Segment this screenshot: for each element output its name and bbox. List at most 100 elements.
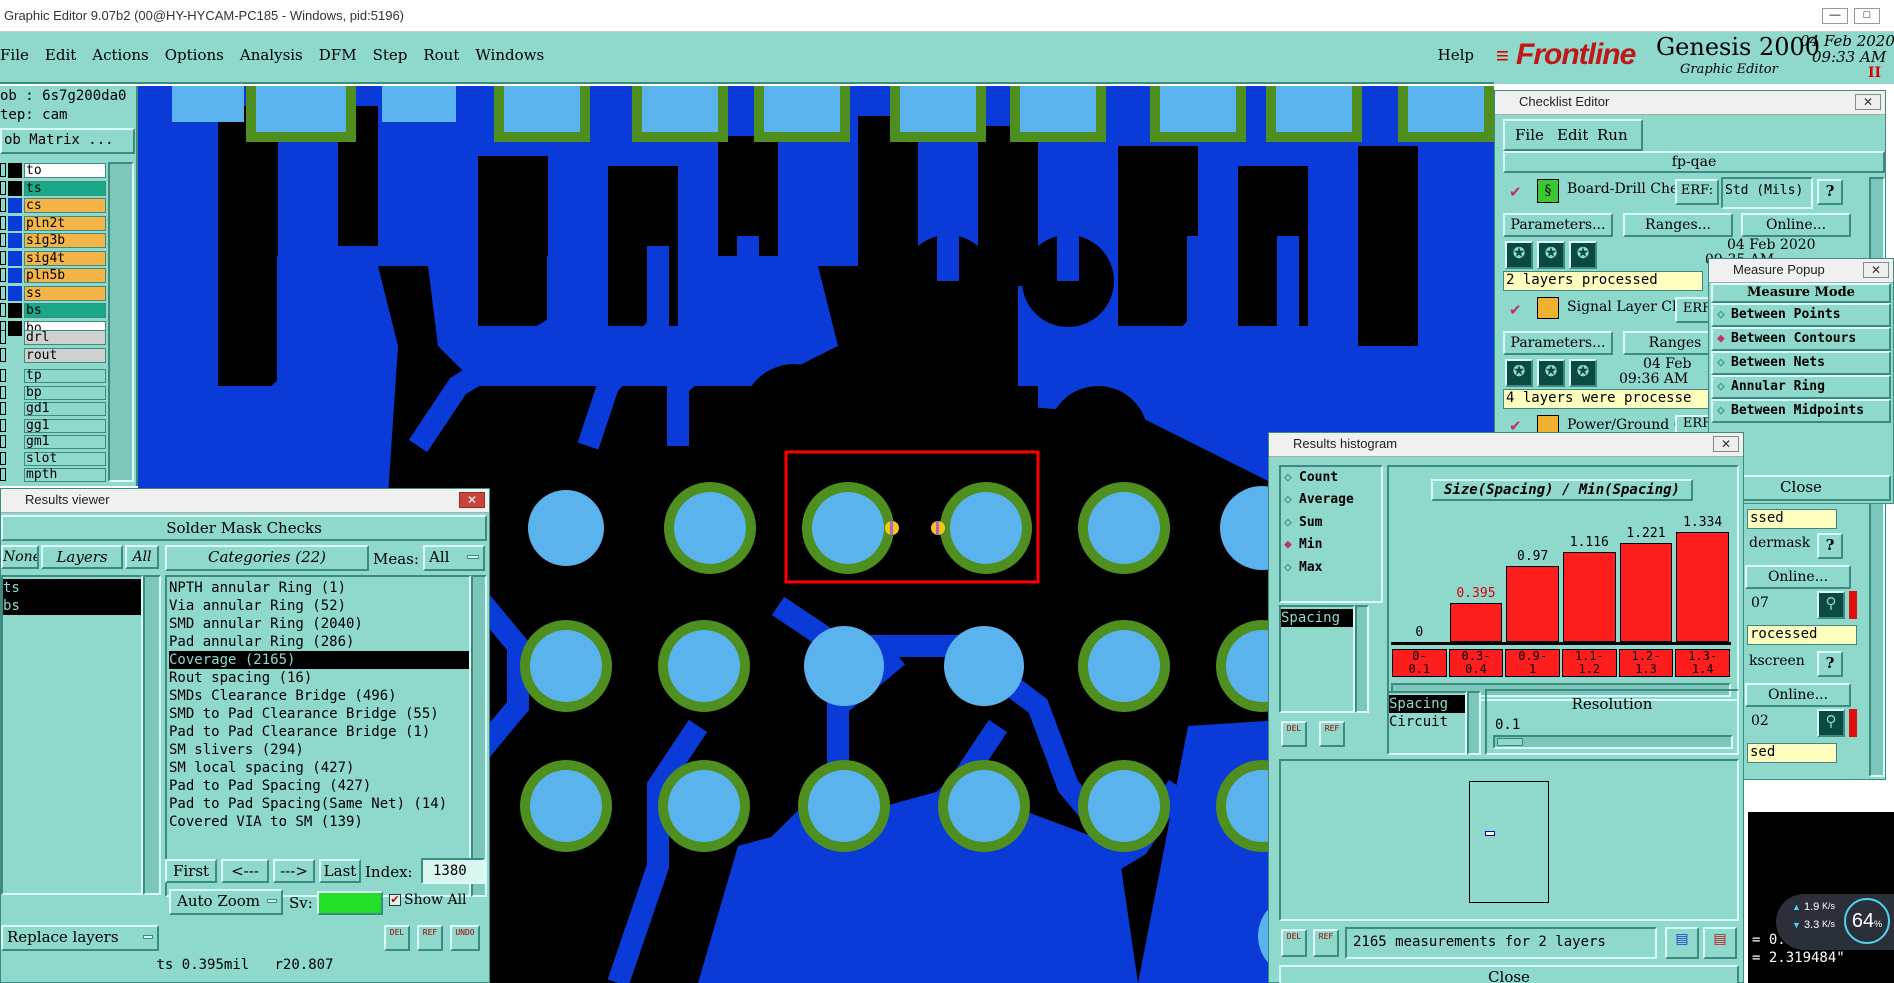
meas-dropdown[interactable]: All bbox=[423, 545, 485, 571]
layer-visibility-box[interactable] bbox=[0, 385, 6, 399]
run-icon[interactable]: ✪ bbox=[1537, 241, 1565, 269]
layer-name[interactable]: ss bbox=[24, 285, 106, 301]
layer-visibility-box[interactable] bbox=[0, 215, 6, 230]
category-item[interactable]: Rout spacing (16) bbox=[169, 669, 469, 687]
resolution-slider-thumb[interactable] bbox=[1497, 738, 1523, 746]
layer-row[interactable]: tp bbox=[0, 368, 106, 385]
layer-visibility-box[interactable] bbox=[0, 347, 6, 362]
layers-button[interactable]: Layers bbox=[41, 545, 123, 569]
categories-list[interactable]: NPTH annular Ring (1) Via annular Ring (5… bbox=[165, 575, 471, 897]
layer-visibility-box[interactable] bbox=[0, 330, 6, 344]
job-matrix-button[interactable]: ob Matrix ... bbox=[0, 128, 135, 154]
histogram-bar[interactable] bbox=[1619, 542, 1673, 642]
histogram-option[interactable]: ◇ Average bbox=[1281, 489, 1381, 511]
layer-name[interactable]: gm1 bbox=[24, 435, 106, 449]
layer-name[interactable]: bp bbox=[24, 385, 106, 400]
run-icon[interactable]: ✪ bbox=[1505, 359, 1533, 387]
category-item[interactable]: Pad to Pad Spacing (427) bbox=[169, 777, 469, 795]
menu-dfm[interactable]: DFM bbox=[319, 46, 357, 64]
measure-mode-option[interactable]: ◇ Annular Ring bbox=[1711, 375, 1891, 399]
histogram-export-icon[interactable]: ▤ bbox=[1703, 927, 1737, 959]
sv-color-dropdown[interactable] bbox=[317, 891, 383, 915]
layer-row[interactable]: pln5b bbox=[0, 267, 106, 285]
histogram-bar[interactable] bbox=[1449, 603, 1503, 642]
zoom-icon[interactable]: ⚲ bbox=[1817, 709, 1845, 737]
histogram-close-button[interactable]: Close bbox=[1279, 965, 1739, 983]
zoom-icon[interactable]: ⚲ bbox=[1817, 591, 1845, 619]
maximize-button[interactable]: □ bbox=[1854, 8, 1880, 24]
replace-layers-dropdown[interactable]: Replace layers bbox=[1, 925, 159, 951]
menu-edit[interactable]: Edit bbox=[45, 46, 76, 64]
layer-row[interactable]: gm1 bbox=[0, 434, 106, 451]
checklist-menu-edit[interactable]: Edit bbox=[1557, 126, 1588, 144]
group-scrollbar[interactable] bbox=[1467, 691, 1481, 755]
layer-visibility-box[interactable] bbox=[0, 285, 6, 300]
category-item[interactable]: Via annular Ring (52) bbox=[169, 597, 469, 615]
help-icon[interactable]: ? bbox=[1817, 179, 1843, 205]
layer-row[interactable]: ss bbox=[0, 285, 106, 303]
layer-row[interactable]: mpth bbox=[0, 467, 106, 484]
layer-name[interactable]: bs bbox=[24, 303, 106, 318]
checklist-item-3-name[interactable]: Power/Ground C bbox=[1567, 417, 1675, 433]
layer-visibility-box[interactable] bbox=[0, 435, 6, 448]
histogram-group-list[interactable]: Spacing Circuit bbox=[1387, 691, 1467, 755]
histogram-option[interactable]: ◆ Min bbox=[1281, 534, 1381, 556]
checklist-item-1-online[interactable]: Online... bbox=[1741, 213, 1851, 237]
checklist-item-2-name[interactable]: Signal Layer Ch bbox=[1567, 299, 1675, 315]
ref-icon[interactable]: REF bbox=[417, 925, 443, 951]
layer-visibility-box[interactable] bbox=[0, 268, 6, 282]
menu-rout[interactable]: Rout bbox=[423, 46, 459, 64]
menu-options[interactable]: Options bbox=[165, 46, 224, 64]
layer-scrollbar[interactable] bbox=[108, 162, 134, 482]
histogram-option[interactable]: ◇ Max bbox=[1281, 557, 1381, 579]
index-input[interactable]: 1380 bbox=[421, 858, 485, 884]
histogram-close-x[interactable]: ✕ bbox=[1713, 436, 1739, 452]
category-item[interactable]: NPTH annular Ring (1) bbox=[169, 579, 469, 597]
checklist-item-1-name[interactable]: Board-Drill Che bbox=[1567, 181, 1675, 197]
category-item[interactable]: SMDs Clearance Bridge (496) bbox=[169, 687, 469, 705]
histogram-ref-icon-2[interactable]: REF bbox=[1313, 929, 1339, 957]
checklist-menu-run[interactable]: Run bbox=[1597, 126, 1628, 144]
layer-visibility-box[interactable] bbox=[0, 303, 6, 317]
checklist-item-1-parameters[interactable]: Parameters... bbox=[1503, 213, 1613, 237]
histogram-bar[interactable] bbox=[1676, 531, 1729, 642]
checklist-item-2-parameters[interactable]: Parameters... bbox=[1503, 331, 1613, 355]
auto-zoom-dropdown[interactable]: Auto Zoom bbox=[169, 889, 283, 915]
layer-row[interactable]: pln2t bbox=[0, 215, 106, 233]
layer-name[interactable]: rout bbox=[24, 347, 106, 363]
histogram-ref-icon[interactable]: REF bbox=[1319, 721, 1345, 747]
last-result-button[interactable]: Last bbox=[319, 859, 361, 883]
layer-name[interactable]: slot bbox=[24, 451, 106, 466]
results-layer-list[interactable]: ts bs bbox=[1, 575, 143, 895]
layer-row[interactable]: drl bbox=[0, 329, 106, 347]
layer-visibility-box[interactable] bbox=[0, 468, 6, 481]
layer-name[interactable]: pln2t bbox=[24, 215, 106, 231]
layer-visibility-box[interactable] bbox=[0, 163, 6, 177]
layer-visibility-box[interactable] bbox=[0, 233, 6, 247]
network-widget[interactable]: ▲ 1.9 K/s ▼ 3.3 K/s 64% bbox=[1776, 894, 1894, 950]
checklist-item-2-check[interactable]: ✔ bbox=[1509, 301, 1522, 319]
layer-name[interactable]: sig3b bbox=[24, 233, 106, 248]
layer-row[interactable]: slot bbox=[0, 451, 106, 468]
histogram-option[interactable]: ◇ Sum bbox=[1281, 512, 1381, 534]
checklist-menu-file[interactable]: File bbox=[1515, 126, 1544, 144]
histogram-del-icon-2[interactable]: DEL bbox=[1281, 929, 1307, 957]
run-icon[interactable]: ✪ bbox=[1505, 241, 1533, 269]
menu-windows[interactable]: Windows bbox=[475, 46, 544, 64]
minimize-button[interactable]: — bbox=[1822, 8, 1848, 24]
histogram-bar[interactable] bbox=[1563, 552, 1616, 642]
menu-step[interactable]: Step bbox=[373, 46, 408, 64]
first-result-button[interactable]: First bbox=[165, 859, 217, 883]
measure-mode-option[interactable]: ◇ Between Midpoints bbox=[1711, 399, 1891, 423]
categories-scrollbar[interactable] bbox=[471, 575, 487, 897]
checklist-item-1-erf[interactable]: ERF: bbox=[1675, 179, 1719, 205]
layer-visibility-box[interactable] bbox=[0, 198, 6, 212]
layer-name[interactable]: drl bbox=[24, 330, 106, 345]
resolution-slider[interactable] bbox=[1493, 735, 1733, 749]
layer-name[interactable]: ts bbox=[24, 180, 106, 196]
layer-name[interactable]: cs bbox=[24, 198, 106, 213]
layer-name[interactable]: gg1 bbox=[24, 418, 106, 433]
measure-mode-option[interactable]: ◇ Between Points bbox=[1711, 303, 1891, 327]
menu-actions[interactable]: Actions bbox=[92, 46, 148, 64]
category-item[interactable]: Covered VIA to SM (139) bbox=[169, 813, 469, 831]
